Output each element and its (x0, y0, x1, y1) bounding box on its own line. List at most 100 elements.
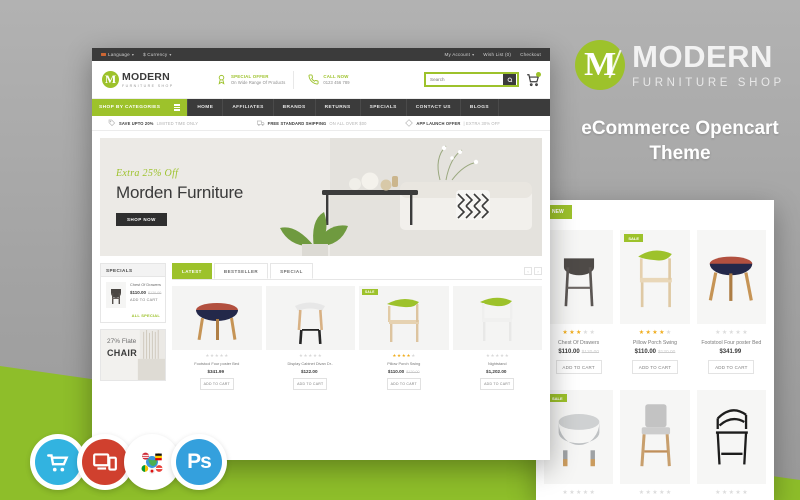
sidebar-promo-banner[interactable]: 27% Flate CHAIR (100, 329, 166, 381)
nav-item-home[interactable]: HOME (187, 99, 224, 116)
product-image (265, 286, 355, 350)
tab-latest[interactable]: LATEST (172, 263, 212, 279)
offer-0-normal: LIMITED TIME ONLY (156, 120, 199, 126)
product-card[interactable]: ★ ★ ★ ★ ★ Footstool Four poster Bed $341.99 … (172, 286, 262, 390)
hero-copy: Extra 25% Off Morden Furniture SHOP NOW (116, 168, 243, 226)
add-to-cart-button[interactable]: ADD TO CART (199, 377, 234, 390)
product-price-value: $341.99 (719, 349, 742, 355)
wish-list-link[interactable]: Wish List (0) (483, 52, 511, 57)
secondary-storefront-mockup: NEW ★ ★ ★ ★ ★ Chest Of Drawers $110.00 $120.0… (536, 200, 774, 500)
sale-badge: SALE (548, 394, 567, 402)
product-image: SALE (620, 230, 690, 324)
currency-selector[interactable]: $ Currency ▾ (143, 52, 171, 57)
star-icon: ★ (406, 353, 411, 358)
search-icon[interactable] (503, 74, 516, 85)
product-card[interactable]: SALE ★ ★ ★ ★ ★ Pillow Porch Swing $110.00 $12… (620, 230, 690, 374)
tab-bestseller[interactable]: BESTSELLER (213, 263, 269, 279)
product-card[interactable]: ★ ★ ★ ★ ★ Nightstand $1,202.00 ADD TO CART (452, 286, 543, 390)
product-image: SALE (359, 286, 449, 350)
star-icon: ★ (735, 330, 741, 336)
nav-item-specials[interactable]: SPECIALS (361, 99, 407, 116)
star-icon: ★ (392, 353, 397, 358)
product-image (172, 286, 262, 350)
specials-product[interactable]: Chest Of Drawers $110.00 $120.00 ADD TO C… (101, 277, 165, 313)
add-to-cart-button[interactable]: ADD TO CART (480, 377, 515, 390)
add-to-cart-button[interactable]: ADD TO CART (386, 377, 421, 390)
search-box[interactable] (424, 72, 519, 87)
offer-2-bold: APP LAUNCH OFFER (416, 120, 461, 126)
stool-red-navy-image (709, 256, 754, 301)
product-rating: ★ ★ ★ ★ ★ (620, 330, 689, 336)
logo-name: MODERN (122, 70, 170, 83)
carousel-next-button[interactable]: › (534, 267, 542, 275)
product-card[interactable]: ★★★★★ Work Table Writing Desk $240.00$26… (620, 390, 690, 500)
product-image: SALE (544, 390, 614, 484)
specials-old-price: $120.00 (148, 291, 162, 296)
product-card[interactable]: ★★★★★ Venetian Blinds Vitrine $149.00 AD… (696, 390, 766, 500)
product-card[interactable]: SALE ★ ★ ★ ★ ★ Pillow Porch Swing $110.0… (359, 286, 449, 390)
product-card[interactable]: ★ ★ ★ ★ ★ Footstool Four poster Bed $341.99 … (696, 230, 766, 374)
star-icon: ★ (715, 330, 721, 336)
all-specials-link[interactable]: ALL SPECIAL (101, 313, 165, 322)
add-to-cart-button[interactable]: ADD TO CART (555, 360, 602, 374)
product-image (696, 390, 766, 484)
site-logo[interactable]: M MODERN FURNITURE SHOP (102, 71, 202, 88)
language-selector[interactable]: Language ▾ (101, 52, 134, 57)
shop-now-button[interactable]: SHOP NOW (116, 213, 167, 226)
photoshop-icon: Ps (176, 439, 222, 485)
nav-item-affiliates[interactable]: AFFILIATES (223, 99, 274, 116)
product-old-price: $120.00 (658, 350, 676, 355)
specials-info: Chest Of Drawers $110.00 $120.00 ADD TO C… (130, 282, 161, 308)
offer-0-bold: SAVE UPTO 20% (119, 120, 154, 126)
logo-sub: FURNITURE SHOP (122, 83, 174, 88)
specials-add-to-cart[interactable]: ADD TO CART (130, 298, 161, 302)
nav-item-contact-us[interactable]: CONTACT US (407, 99, 461, 116)
nav-item-brands[interactable]: BRANDS (274, 99, 316, 116)
product-rating: ★ ★ ★ ★ ★ (359, 353, 449, 358)
search-input[interactable] (430, 77, 503, 82)
star-icon: ★ (495, 353, 500, 358)
specials-thumbnail (106, 282, 126, 308)
topbar-right-group: My Account ▾ Wish List (0) Checkout (445, 52, 541, 57)
add-to-cart-button[interactable]: ADD TO CART (293, 377, 328, 390)
product-image (696, 230, 766, 324)
star-icon: ★ (721, 490, 728, 496)
nav-item-returns[interactable]: RETURNS (316, 99, 361, 116)
product-rating: ★ ★ ★ ★ ★ (453, 353, 543, 358)
star-icon: ★ (308, 353, 313, 358)
product-price: $110.00 $120.00 (359, 369, 449, 374)
add-to-cart-button[interactable]: ADD TO CART (631, 360, 678, 374)
star-icon: ★ (317, 353, 322, 358)
nav-item-blogs[interactable]: BLOGS (461, 99, 499, 116)
cart-icon[interactable] (526, 71, 541, 87)
checkout-link[interactable]: Checkout (520, 52, 541, 57)
brand-panel: M MODERN FURNITURE SHOP eCommerce Openca… (560, 40, 800, 166)
product-price-value: $110.00 (634, 349, 656, 355)
star-icon: ★ (210, 353, 214, 358)
star-icon: ★ (219, 353, 224, 358)
my-account-link[interactable]: My Account ▾ (445, 52, 475, 57)
product-price-value: $341.99 (207, 368, 225, 374)
star-icon: ★ (562, 330, 568, 336)
secondary-top-strip: NEW (536, 200, 774, 222)
product-card[interactable]: ★ ★ ★ ★ ★ Chest Of Drawers $110.00 $120.00 AD… (544, 230, 614, 374)
hero-kicker: Extra 25% Off (116, 168, 179, 179)
star-icon: ★ (659, 330, 665, 336)
carousel-prev-button[interactable]: ‹ (524, 267, 532, 275)
product-card[interactable]: ★ ★ ★ ★ ★ Display Cabinet Divan Dr.. $122.00… (265, 286, 355, 390)
photoshop-badge[interactable]: Ps (171, 434, 227, 490)
product-name: Nightstand (487, 361, 507, 367)
add-to-cart-button[interactable]: ADD TO CART (708, 360, 755, 374)
product-price: $341.99 (172, 369, 262, 374)
star-icon: ★ (575, 490, 582, 496)
star-icon: ★ (715, 490, 721, 496)
specials-product-price: $110.00 $120.00 (130, 290, 161, 295)
product-card[interactable]: SALE ★★★★★ Grandfather Clock $85.00$100.… (544, 390, 614, 500)
product-name: Display Cabinet Divan Dr.. (287, 361, 333, 367)
tab-special[interactable]: SPECIAL (270, 263, 313, 279)
hero-banner[interactable]: Extra 25% Off Morden Furniture SHOP NOW (100, 138, 542, 256)
star-icon: ★ (652, 490, 658, 496)
topbar-left-group: Language ▾ $ Currency ▾ (101, 52, 172, 57)
shop-by-categories-button[interactable]: SHOP BY CATEGORIES (92, 99, 188, 116)
product-rating: ★ ★ ★ ★ ★ (544, 490, 613, 496)
